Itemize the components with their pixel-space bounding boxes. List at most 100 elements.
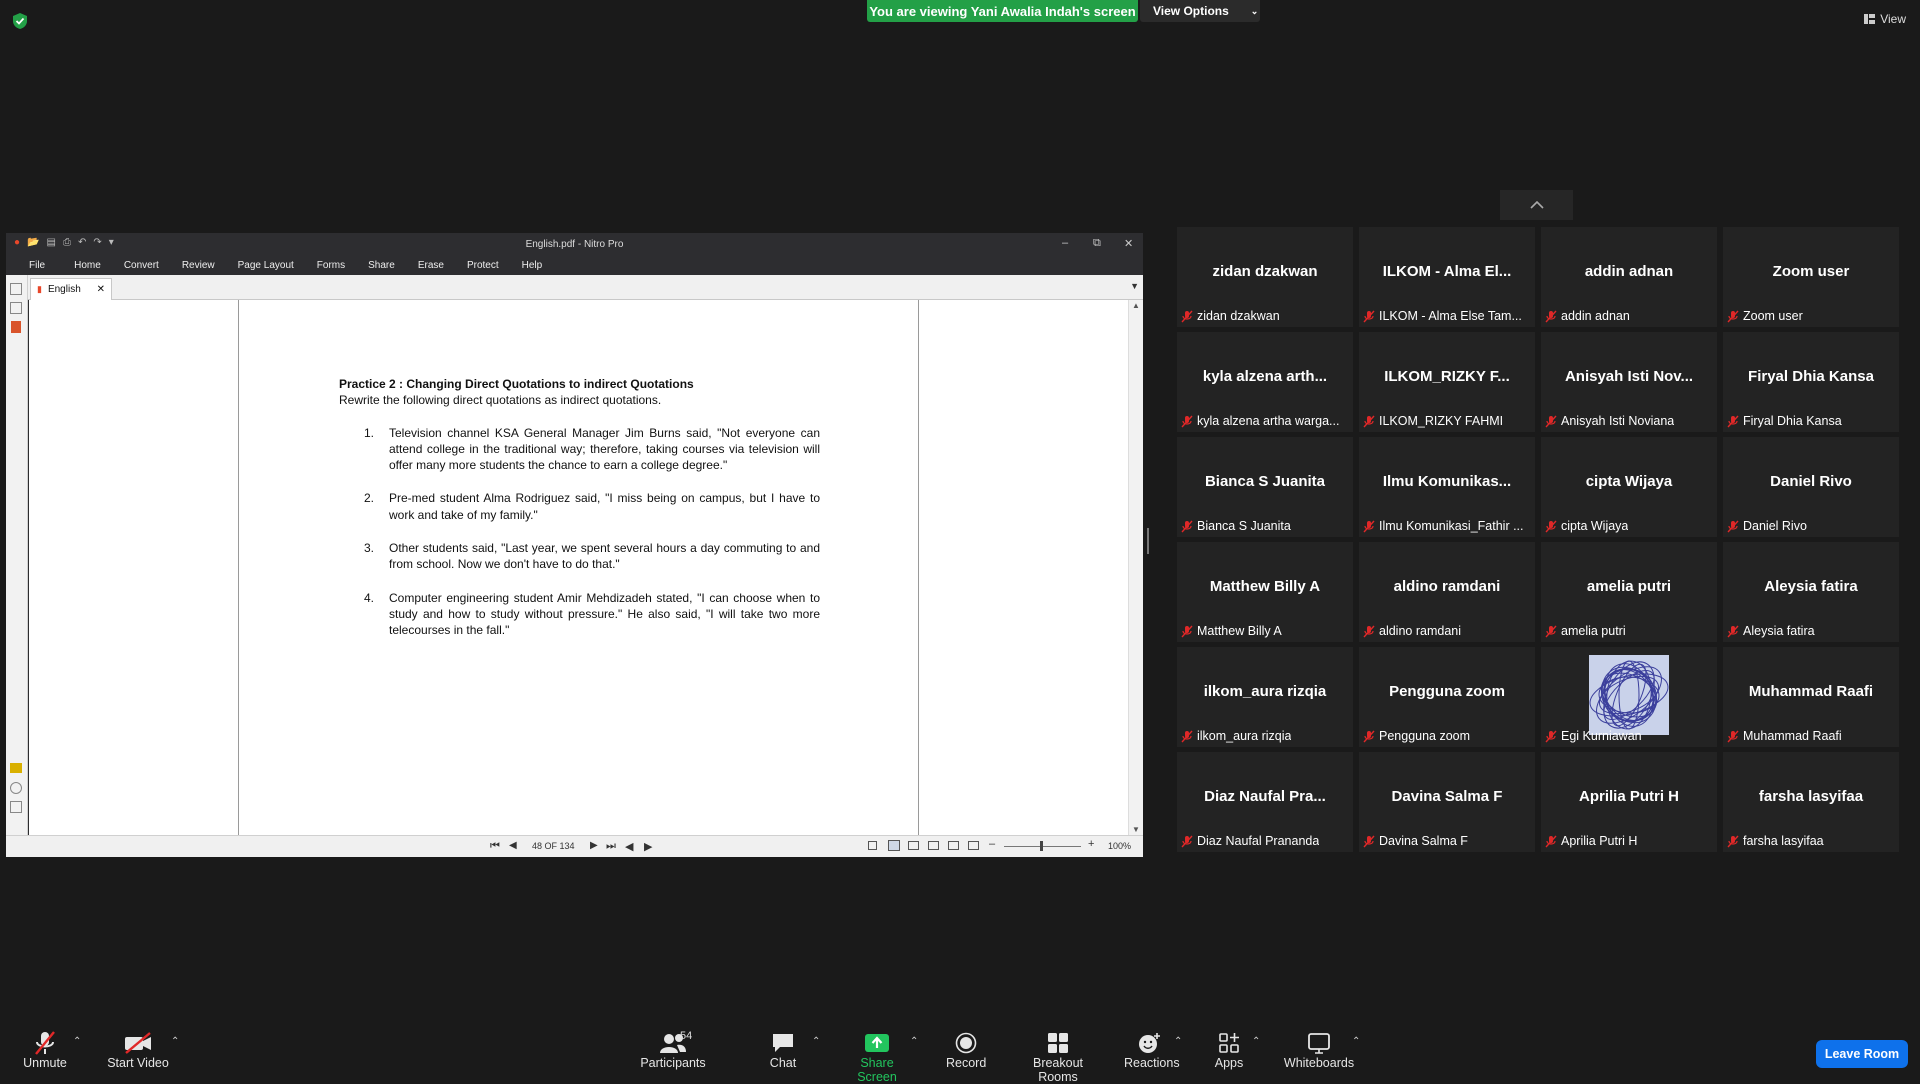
participant-display-name: ILKOM - Alma El... (1382, 263, 1512, 280)
video-options-chevron-icon[interactable]: ⌃ (171, 1036, 179, 1047)
participant-tile[interactable]: Anisyah Isti Nov... Anisyah Isti Noviana (1541, 332, 1717, 432)
menu-share[interactable]: Share (368, 260, 395, 271)
collapse-gallery-button[interactable] (1500, 190, 1573, 220)
participant-tile[interactable]: Ilmu Komunikas... Ilmu Komunikasi_Fathir … (1359, 437, 1535, 537)
chat-button[interactable]: Chat (768, 1030, 798, 1070)
record-label: Record (946, 1056, 987, 1070)
participant-tile[interactable]: cipta Wijaya cipta Wijaya (1541, 437, 1717, 537)
record-button[interactable]: Record (946, 1030, 986, 1070)
share-options-chevron-icon[interactable]: ⌃ (910, 1036, 918, 1047)
first-page-icon[interactable]: ⏮ (490, 840, 500, 853)
whiteboards-options-chevron-icon[interactable]: ⌃ (1352, 1036, 1360, 1047)
participants-count: 54 (680, 1030, 693, 1042)
participants-button[interactable]: 54 Participants (640, 1030, 706, 1070)
apps-options-chevron-icon[interactable]: ⌃ (1252, 1036, 1260, 1047)
muted-microphone-icon (1545, 730, 1557, 742)
participant-tile[interactable]: aldino ramdani aldino ramdani (1359, 542, 1535, 642)
attachments-panel-icon[interactable] (10, 782, 22, 794)
participant-tile[interactable]: Davina Salma F Davina Salma F (1359, 752, 1535, 852)
view-layout-button[interactable]: View (1864, 12, 1906, 26)
participant-tile[interactable]: Egi Kurniawan (1541, 647, 1717, 747)
participant-tile[interactable]: Diaz Naufal Pra... Diaz Naufal Prananda (1177, 752, 1353, 852)
zoom-level[interactable]: 100% (1108, 841, 1131, 851)
restore-icon[interactable]: ⧉ (1093, 237, 1101, 250)
split-view-divider[interactable] (1147, 528, 1149, 554)
single-page-view-icon[interactable] (868, 841, 877, 850)
minimize-icon[interactable]: – (1062, 237, 1068, 249)
menu-forms[interactable]: Forms (317, 260, 345, 271)
chat-options-chevron-icon[interactable]: ⌃ (812, 1036, 820, 1047)
security-shield-icon[interactable] (12, 12, 28, 30)
view-options-button[interactable]: View Options ⌄ (1140, 0, 1260, 22)
muted-microphone-icon (1727, 520, 1739, 532)
menu-page-layout[interactable]: Page Layout (238, 260, 294, 271)
continuous-view-icon[interactable] (888, 840, 900, 851)
tab-close-icon[interactable]: ✕ (97, 284, 105, 295)
scroll-up-icon[interactable]: ▲ (1132, 301, 1140, 310)
participant-tile[interactable]: Matthew Billy A Matthew Billy A (1177, 542, 1353, 642)
bookmarks-panel-icon[interactable] (11, 321, 21, 333)
leave-room-button[interactable]: Leave Room (1816, 1040, 1908, 1068)
participant-tile[interactable]: Muhammad Raafi Muhammad Raafi (1723, 647, 1899, 747)
item-text: Television channel KSA General Manager J… (389, 425, 820, 473)
menu-convert[interactable]: Convert (124, 260, 159, 271)
participant-tile[interactable]: farsha lasyifaa farsha lasyifaa (1723, 752, 1899, 852)
menu-file[interactable]: File (29, 260, 45, 271)
menu-review[interactable]: Review (182, 260, 215, 271)
participant-name-label: Muhammad Raafi (1727, 729, 1842, 743)
menu-protect[interactable]: Protect (467, 260, 499, 271)
scroll-down-icon[interactable]: ▼ (1132, 825, 1140, 834)
vertical-scrollbar[interactable]: ▲ ▼ (1128, 300, 1143, 835)
forward-view-icon[interactable]: ▶ (644, 840, 652, 853)
audio-options-chevron-icon[interactable]: ⌃ (73, 1036, 81, 1047)
participant-display-name: farsha lasyifaa (1758, 788, 1864, 805)
reactions-button[interactable]: Reactions (1124, 1030, 1180, 1070)
participant-tile[interactable]: Zoom user Zoom user (1723, 227, 1899, 327)
participant-tile[interactable]: zidan dzakwan zidan dzakwan (1177, 227, 1353, 327)
participant-name: Bianca S Juanita (1197, 519, 1291, 533)
comments-panel-icon[interactable] (10, 763, 22, 773)
participant-tile[interactable]: Firyal Dhia Kansa Firyal Dhia Kansa (1723, 332, 1899, 432)
participant-tile[interactable]: Pengguna zoom Pengguna zoom (1359, 647, 1535, 747)
tab-english[interactable]: ▮ English ✕ (30, 278, 112, 300)
facing-view-icon[interactable] (908, 841, 919, 850)
zoom-out-icon[interactable]: – (989, 838, 995, 850)
participant-tile[interactable]: kyla alzena arth... kyla alzena artha war… (1177, 332, 1353, 432)
participant-tile[interactable]: Daniel Rivo Daniel Rivo (1723, 437, 1899, 537)
reactions-options-chevron-icon[interactable]: ⌃ (1174, 1036, 1182, 1047)
whiteboards-button[interactable]: Whiteboards (1282, 1030, 1356, 1070)
fit-page-icon[interactable] (948, 841, 959, 850)
tab-list-dropdown-icon[interactable]: ▼ (1130, 281, 1139, 291)
participant-tile[interactable]: Aprilia Putri H Aprilia Putri H (1541, 752, 1717, 852)
start-video-button[interactable]: Start Video (106, 1030, 170, 1070)
menu-erase[interactable]: Erase (418, 260, 444, 271)
participant-tile[interactable]: Aleysia fatira Aleysia fatira (1723, 542, 1899, 642)
last-page-icon[interactable]: ⏭ (606, 840, 616, 853)
participant-tile[interactable]: amelia putri amelia putri (1541, 542, 1717, 642)
pages-panel-icon[interactable] (10, 283, 22, 295)
muted-microphone-icon (1545, 520, 1557, 532)
participant-display-name: Davina Salma F (1391, 788, 1503, 805)
participant-tile[interactable]: ilkom_aura rizqia ilkom_aura rizqia (1177, 647, 1353, 747)
facing-continuous-view-icon[interactable] (928, 841, 939, 850)
apps-button[interactable]: Apps (1212, 1030, 1246, 1070)
share-screen-button[interactable]: Share Screen (840, 1030, 914, 1084)
find-panel-icon[interactable] (10, 302, 22, 314)
output-panel-icon[interactable] (10, 801, 22, 813)
unmute-button[interactable]: Unmute (20, 1030, 70, 1070)
page-indicator[interactable]: 48 OF 134 (532, 841, 575, 851)
participant-tile[interactable]: ILKOM - Alma El... ILKOM - Alma Else Tam.… (1359, 227, 1535, 327)
next-page-icon[interactable]: ▶ (590, 840, 598, 851)
previous-page-icon[interactable]: ◀ (509, 840, 517, 851)
participant-tile[interactable]: ILKOM_RIZKY F... ILKOM_RIZKY FAHMI (1359, 332, 1535, 432)
close-icon[interactable]: ✕ (1124, 237, 1133, 250)
breakout-rooms-button[interactable]: Breakout Rooms (1014, 1030, 1102, 1084)
menu-help[interactable]: Help (522, 260, 543, 271)
participant-tile[interactable]: addin adnan addin adnan (1541, 227, 1717, 327)
fit-width-icon[interactable] (968, 841, 979, 850)
zoom-slider-thumb[interactable] (1040, 841, 1043, 851)
participant-tile[interactable]: Bianca S Juanita Bianca S Juanita (1177, 437, 1353, 537)
back-view-icon[interactable]: ◀ (625, 840, 633, 853)
menu-home[interactable]: Home (74, 260, 101, 271)
zoom-in-icon[interactable]: + (1088, 838, 1094, 850)
